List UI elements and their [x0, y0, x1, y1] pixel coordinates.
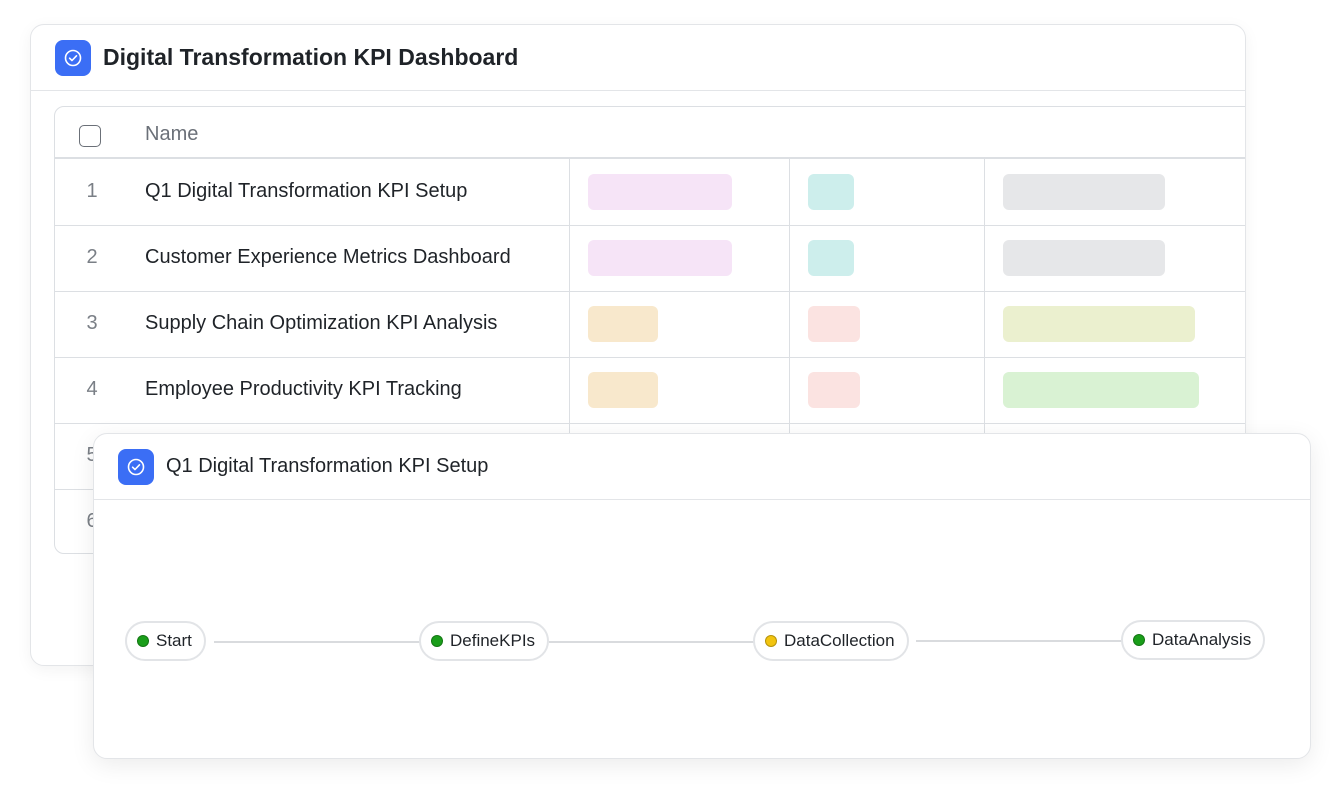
row-number: 3	[86, 312, 98, 334]
tag-pill[interactable]	[1003, 372, 1199, 408]
tag-pill[interactable]	[588, 174, 732, 210]
tag-pill[interactable]	[588, 372, 658, 408]
table-row[interactable]: 2 Customer Experience Metrics Dashboard	[55, 225, 1245, 292]
table-row[interactable]: 3 Supply Chain Optimization KPI Analysis	[55, 291, 1245, 358]
select-all-checkbox[interactable]	[79, 125, 101, 147]
check-circle-icon	[55, 39, 91, 76]
row-name[interactable]: Customer Experience Metrics Dashboard	[145, 246, 511, 269]
dashboard-header: Digital Transformation KPI Dashboard	[31, 25, 1245, 91]
tag-pill[interactable]	[808, 372, 860, 408]
table-row[interactable]: 4 Employee Productivity KPI Tracking	[55, 357, 1245, 424]
row-number: 4	[86, 378, 98, 400]
status-dot	[765, 635, 777, 647]
workflow-node[interactable]: Start	[125, 621, 206, 661]
workflow-node[interactable]: DefineKPIs	[419, 621, 550, 661]
workflow-node[interactable]: DataAnalysis	[1121, 620, 1266, 660]
workflow-edge	[549, 641, 754, 643]
row-name[interactable]: Supply Chain Optimization KPI Analysis	[145, 312, 497, 335]
row-name[interactable]: Q1 Digital Transformation KPI Setup	[145, 180, 467, 203]
table-header: Name	[55, 107, 1245, 159]
tag-pill[interactable]	[1003, 174, 1165, 210]
workflow-edge	[214, 641, 420, 643]
workflow-node-label: Start	[156, 631, 192, 650]
workflow-node-label: DataAnalysis	[1152, 630, 1252, 649]
page-title: Digital Transformation KPI Dashboard	[103, 44, 519, 70]
status-dot	[1133, 634, 1145, 646]
status-dot	[431, 635, 443, 647]
tag-pill[interactable]	[588, 306, 658, 342]
tag-pill[interactable]	[1003, 306, 1195, 342]
workflow-diagram: Start DefineKPIs DataCollection DataAnal…	[94, 434, 1310, 758]
tag-pill[interactable]	[808, 306, 860, 342]
tag-pill[interactable]	[808, 174, 854, 210]
workflow-edge	[916, 640, 1122, 642]
workflow-node-label: DefineKPIs	[450, 631, 536, 650]
detail-window: Q1 Digital Transformation KPI Setup Star…	[93, 433, 1311, 759]
status-dot	[137, 635, 149, 647]
workflow-node[interactable]: DataCollection	[753, 621, 909, 661]
tag-pill[interactable]	[808, 240, 854, 276]
workflow-node-label: DataCollection	[784, 631, 895, 650]
column-header-name[interactable]: Name	[145, 123, 198, 146]
row-number: 1	[86, 180, 98, 202]
tag-pill[interactable]	[588, 240, 732, 276]
row-name[interactable]: Employee Productivity KPI Tracking	[145, 378, 462, 401]
row-number: 2	[86, 246, 98, 268]
tag-pill[interactable]	[1003, 240, 1165, 276]
table-row[interactable]: 1 Q1 Digital Transformation KPI Setup	[55, 159, 1245, 226]
